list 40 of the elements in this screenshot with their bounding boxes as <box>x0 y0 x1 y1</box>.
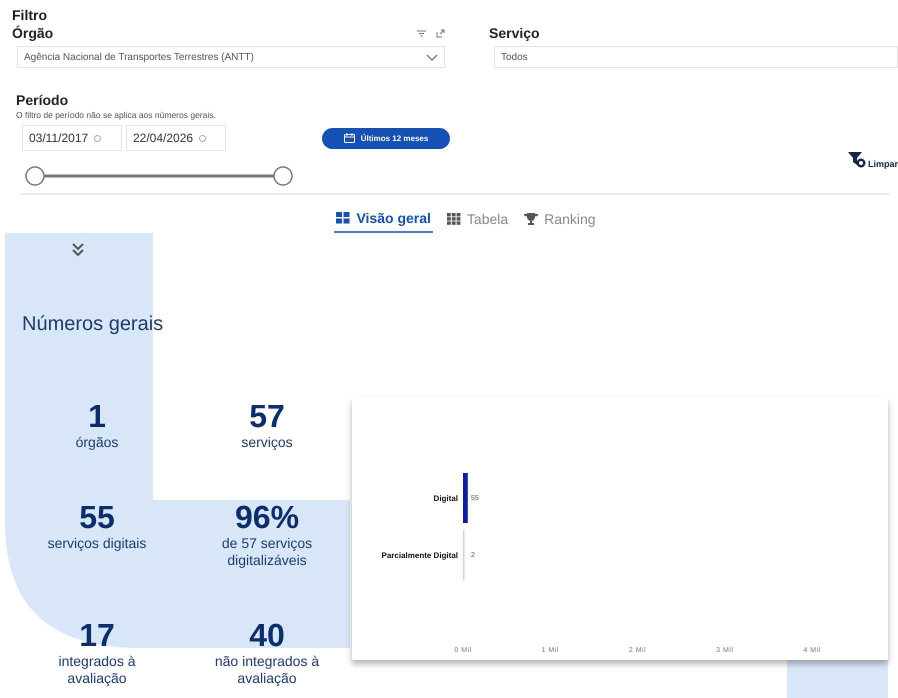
stat-label: integrados à avaliação <box>57 653 137 687</box>
view-tab[interactable]: Ranking <box>522 207 598 233</box>
stat-label: de 57 serviços digitalizáveis <box>220 535 314 569</box>
stat-label: serviços digitais <box>46 535 148 552</box>
trophy-icon <box>524 212 538 226</box>
double-chevron-icon[interactable] <box>72 243 84 257</box>
clear-filter-button[interactable]: Limpar <box>848 151 898 169</box>
period-note: O filtro de período não se aplica aos números gerais. <box>16 110 217 120</box>
start-date-field[interactable]: 03/11/2017 <box>22 125 122 151</box>
organ-select[interactable]: Agência Nacional de Transportes Terrestres (ANTT) <box>17 46 445 68</box>
filter-title: Filtro <box>12 7 48 23</box>
organ-label: Órgão <box>12 25 54 41</box>
view-tab[interactable]: Visão geral <box>334 207 433 233</box>
period-label: Período <box>16 92 70 108</box>
slider-handle[interactable] <box>273 166 293 186</box>
grid-icon <box>336 212 350 224</box>
service-label: Serviço <box>489 25 540 41</box>
calendar-icon <box>344 133 355 143</box>
stat-value: 96% <box>234 499 300 535</box>
filter-clear-icon <box>848 151 868 169</box>
stat-value: 57 <box>248 398 286 434</box>
stat-value: 55 <box>78 499 116 535</box>
slider-handle[interactable] <box>25 166 45 186</box>
stat-label: não integrados à avaliação <box>214 653 320 687</box>
end-date-field[interactable]: 22/04/2026 <box>126 125 226 151</box>
chevron-down-icon[interactable] <box>426 54 438 60</box>
service-select[interactable]: Todos <box>494 46 898 68</box>
preset-button[interactable]: Últimos 12 meses <box>322 128 450 148</box>
stat-value: 1 <box>87 398 107 434</box>
filter-icon[interactable] <box>417 30 426 36</box>
stat-label: serviços <box>240 434 294 451</box>
stat-value: 17 <box>78 617 116 653</box>
stat-value: 40 <box>248 617 286 653</box>
overview-title: Números gerais <box>22 313 164 336</box>
view-tab[interactable]: Tabela <box>444 207 510 233</box>
category-label: Digital <box>434 494 458 503</box>
table-icon <box>446 213 461 225</box>
expand-icon[interactable] <box>436 28 445 38</box>
stat-label: órgãos <box>74 434 120 451</box>
category-label: Parcialmente Digital <box>382 551 458 560</box>
